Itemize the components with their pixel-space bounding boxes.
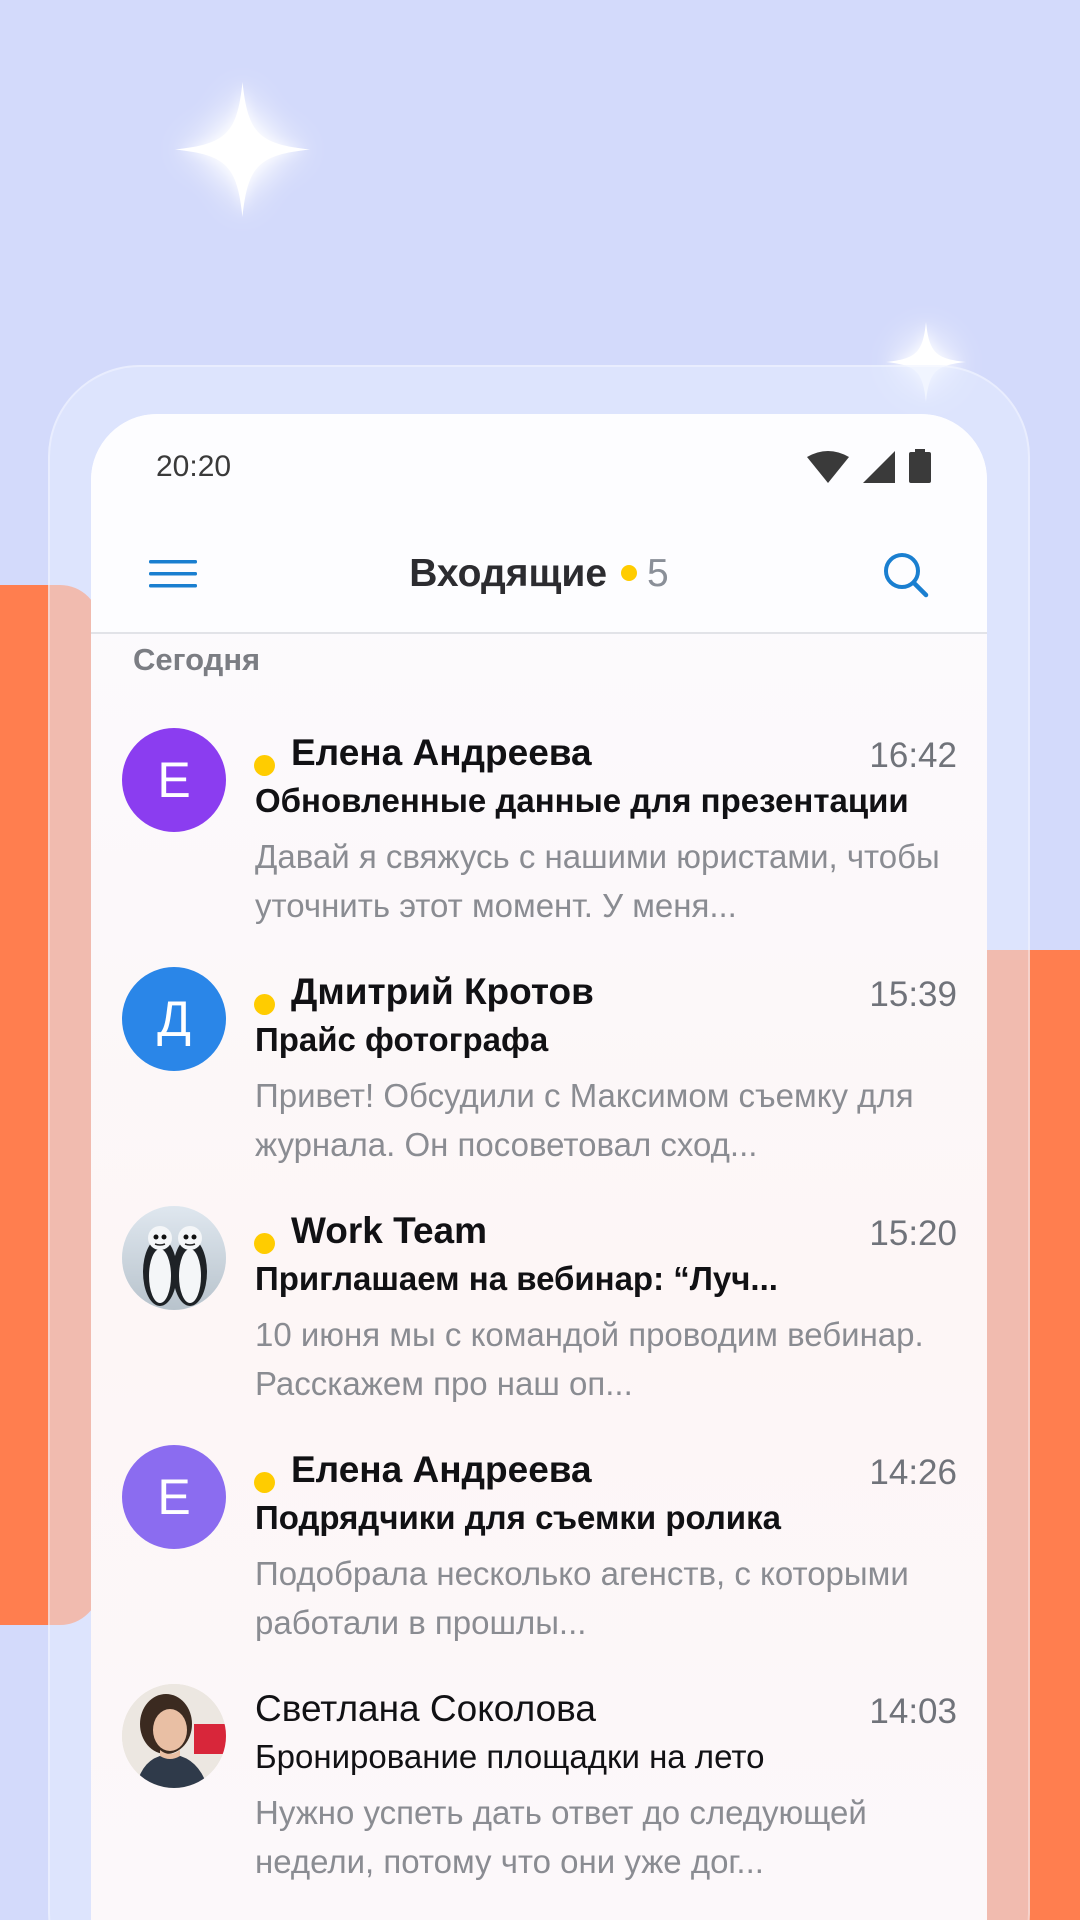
message-subject: Приглашаем на вебинар: “Луч... xyxy=(255,1260,778,1297)
cellular-signal-icon xyxy=(863,451,895,483)
message-item[interactable]: Д Дмитрий Кротов 15:39 Прайс фотографа П… xyxy=(91,943,987,1182)
message-preview: Подобрала несколько агенств, с которыми … xyxy=(255,1555,909,1641)
status-icons xyxy=(807,449,931,483)
sender-name: Work Team xyxy=(291,1210,488,1251)
message-item[interactable]: Е Елена Андреева 14:26 Подрядчики для съ… xyxy=(91,1421,987,1660)
message-preview: Давай я свяжусь с нашими юристами, чтобы… xyxy=(255,838,940,924)
avatar: Е xyxy=(122,728,226,832)
avatar: Е xyxy=(122,1445,226,1549)
status-bar: 20:20 xyxy=(91,414,987,524)
message-subject: Подрядчики для съемки ролика xyxy=(255,1499,781,1536)
message-time: 16:42 xyxy=(869,736,957,775)
penguins-photo-icon xyxy=(122,1206,226,1310)
unread-indicator-dot xyxy=(621,564,638,581)
search-icon[interactable] xyxy=(881,550,931,600)
message-subject: Обновленные данные для презентации xyxy=(255,782,909,819)
unread-dot xyxy=(254,1233,275,1254)
message-item[interactable]: Е Елена Андреева 16:42 Обновленные данны… xyxy=(91,704,987,943)
avatar xyxy=(122,1684,226,1788)
message-item[interactable]: Work Team 15:20 Приглашаем на вебинар: “… xyxy=(91,1182,987,1421)
unread-count: 5 xyxy=(647,552,669,595)
sender-name: Елена Андреева xyxy=(291,732,592,773)
sender-name: Елена Андреева xyxy=(291,1449,592,1490)
message-time: 14:03 xyxy=(869,1692,957,1731)
sparkle-icon xyxy=(175,82,310,217)
battery-icon xyxy=(909,449,931,483)
status-time: 20:20 xyxy=(156,450,232,483)
message-list: Е Елена Андреева 16:42 Обновленные данны… xyxy=(91,704,987,1899)
phone-screen: 20:20 Входящие 5 Сегодня Е Елена Андреев… xyxy=(91,414,987,1920)
woman-photo-icon xyxy=(122,1684,226,1788)
unread-dot xyxy=(254,1472,275,1493)
message-time: 15:20 xyxy=(869,1214,957,1253)
avatar: Д xyxy=(122,967,226,1071)
message-item[interactable]: Светлана Соколова 14:03 Бронирование пло… xyxy=(91,1660,987,1899)
folder-title[interactable]: Входящие 5 xyxy=(91,552,987,596)
message-time: 14:26 xyxy=(869,1453,957,1492)
sender-name: Светлана Соколова xyxy=(255,1688,596,1729)
avatar xyxy=(122,1206,226,1310)
message-preview: 10 июня мы с командой проводим вебинар. … xyxy=(255,1316,924,1402)
unread-dot xyxy=(254,994,275,1015)
message-subject: Прайс фотографа xyxy=(255,1021,549,1058)
unread-dot xyxy=(254,755,275,776)
message-preview: Нужно успеть дать ответ до следующей нед… xyxy=(255,1794,867,1880)
wifi-icon xyxy=(807,451,849,483)
message-preview: Привет! Обсудили с Максимом съемку для ж… xyxy=(255,1077,914,1163)
toolbar: Входящие 5 xyxy=(91,524,987,634)
message-time: 15:39 xyxy=(869,975,957,1014)
folder-name: Входящие xyxy=(409,552,608,595)
section-label-today: Сегодня xyxy=(133,642,261,677)
message-subject: Бронирование площадки на лето xyxy=(255,1738,765,1775)
sender-name: Дмитрий Кротов xyxy=(291,971,594,1012)
